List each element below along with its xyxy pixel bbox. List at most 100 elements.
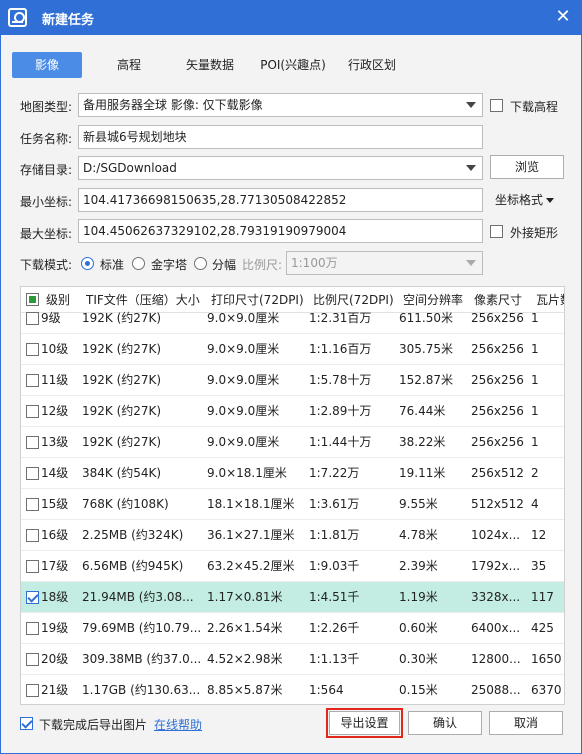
mode-standard-radio[interactable] bbox=[81, 257, 94, 270]
chevron-down-icon bbox=[466, 102, 476, 108]
tab-poi[interactable]: POI(兴趣点) bbox=[253, 52, 333, 78]
table-row[interactable]: 21级 1.17GB (约130.63... 8.85×5.87米 1:564 0.15… bbox=[21, 675, 564, 704]
row-checkbox[interactable] bbox=[26, 591, 39, 604]
row-checkbox[interactable] bbox=[26, 312, 39, 325]
close-icon[interactable]: ✕ bbox=[552, 6, 574, 28]
cell-pixel-size: 256x256 bbox=[471, 404, 524, 418]
scale-select[interactable]: 1:100万 bbox=[286, 251, 483, 275]
max-coord-value: 104.45062637329102,28.79319190979004 bbox=[83, 224, 347, 238]
export-after-download-checkbox[interactable] bbox=[20, 717, 33, 730]
title-bar: 新建任务 ✕ bbox=[1, 1, 581, 35]
table-row[interactable]: 11级 192K (约27K) 9.0×9.0厘米 1:5.78十万 152.87米 25… bbox=[21, 365, 564, 396]
table-row[interactable]: 10级 192K (约27K) 9.0×9.0厘米 1:1.16百万 305.75米 25… bbox=[21, 334, 564, 365]
cell-scale: 1:1.81万 bbox=[309, 528, 360, 542]
table-row[interactable]: 14级 384K (约54K) 9.0×18.1厘米 1:7.22万 19.11米 256… bbox=[21, 458, 564, 489]
window-title: 新建任务 bbox=[42, 13, 95, 28]
cell-level: 10级 bbox=[41, 342, 69, 356]
table-row[interactable]: 19级 79.69MB (约10.79... 2.26×1.54米 1:2.26千 0.… bbox=[21, 613, 564, 644]
row-checkbox[interactable] bbox=[26, 498, 39, 511]
min-coord-label: 最小坐标: bbox=[20, 195, 73, 209]
cell-tile-count: 4 bbox=[531, 497, 539, 511]
min-coord-value: 104.41736698150635,28.77130508422852 bbox=[83, 193, 347, 207]
task-name-input[interactable]: 新县城6号规划地块 bbox=[78, 125, 483, 149]
tab-elevation[interactable]: 高程 bbox=[95, 52, 163, 78]
cell-level: 14级 bbox=[41, 466, 69, 480]
row-checkbox[interactable] bbox=[26, 622, 39, 635]
tab-admin-division[interactable]: 行政区划 bbox=[339, 52, 405, 78]
export-settings-button[interactable]: 导出设置 bbox=[326, 708, 403, 738]
row-checkbox[interactable] bbox=[26, 405, 39, 418]
cell-tif-size: 192K (约27K) bbox=[82, 342, 162, 356]
cell-resolution: 611.50米 bbox=[399, 311, 453, 325]
cell-scale: 1:4.51千 bbox=[309, 590, 360, 604]
cell-tile-count: 425 bbox=[531, 621, 554, 635]
table-row[interactable]: 16级 2.25MB (约324K) 36.1×27.1厘米 1:1.81万 4.78米… bbox=[21, 520, 564, 551]
table-row[interactable]: 18级 21.94MB (约3.08... 1.17×0.81米 1:4.51千 1.1… bbox=[21, 582, 564, 613]
cell-print-size: 9.0×9.0厘米 bbox=[207, 435, 280, 449]
level-table: 级别 TIF文件（压缩）大小 打印尺寸(72DPI) 比例尺(72DPI) 空间… bbox=[20, 286, 565, 705]
table-row[interactable]: 15级 768K (约108K) 18.1×18.1厘米 1:3.61万 9.55米 51… bbox=[21, 489, 564, 520]
table-row[interactable]: 12级 192K (约27K) 9.0×9.0厘米 1:2.89十万 76.44米 256… bbox=[21, 396, 564, 427]
cell-tile-count: 1 bbox=[531, 435, 539, 449]
table-row[interactable]: 17级 6.56MB (约945K) 63.2×45.2厘米 1:9.03千 2.39米… bbox=[21, 551, 564, 582]
cell-resolution: 152.87米 bbox=[399, 373, 453, 387]
row-checkbox[interactable] bbox=[26, 653, 39, 666]
cell-scale: 1:5.78十万 bbox=[309, 373, 372, 387]
table-row[interactable]: 13级 192K (约27K) 9.0×9.0厘米 1:1.44十万 38.22米 256… bbox=[21, 427, 564, 458]
map-type-select[interactable]: 备用服务器全球 影像: 仅下载影像 bbox=[78, 93, 483, 117]
cell-level: 18级 bbox=[41, 590, 69, 604]
outer-rect-label: 外接矩形 bbox=[510, 226, 559, 240]
app-logo-icon bbox=[8, 8, 27, 27]
cancel-button[interactable]: 取消 bbox=[489, 711, 563, 735]
cell-print-size: 18.1×18.1厘米 bbox=[207, 497, 295, 511]
row-checkbox[interactable] bbox=[26, 374, 39, 387]
table-row[interactable]: 9级 192K (约27K) 9.0×9.0厘米 1:2.31百万 611.50米 256… bbox=[21, 303, 564, 334]
cell-print-size: 9.0×18.1厘米 bbox=[207, 466, 287, 480]
cell-print-size: 9.0×9.0厘米 bbox=[207, 373, 280, 387]
min-coord-input[interactable]: 104.41736698150635,28.77130508422852 bbox=[78, 188, 483, 212]
cell-level: 20级 bbox=[41, 652, 69, 666]
cell-print-size: 36.1×27.1厘米 bbox=[207, 528, 295, 542]
tab-vector-data[interactable]: 矢量数据 bbox=[176, 52, 244, 78]
cell-tif-size: 309.38MB (约37.0... bbox=[82, 652, 202, 666]
download-elevation-checkbox[interactable] bbox=[490, 99, 503, 112]
browse-button[interactable]: 浏览 bbox=[490, 155, 564, 179]
cell-level: 13级 bbox=[41, 435, 69, 449]
cell-tile-count: 1 bbox=[531, 342, 539, 356]
cell-tif-size: 2.25MB (约324K) bbox=[82, 528, 184, 542]
tab-imagery[interactable]: 影像 bbox=[12, 52, 82, 78]
mode-pyramid-label: 金字塔 bbox=[151, 258, 188, 272]
max-coord-input[interactable]: 104.45062637329102,28.79319190979004 bbox=[78, 219, 483, 243]
cell-tile-count: 1 bbox=[531, 404, 539, 418]
cell-tif-size: 21.94MB (约3.08... bbox=[82, 590, 194, 604]
cell-scale: 1:7.22万 bbox=[309, 466, 360, 480]
scale-value: 1:100万 bbox=[291, 256, 338, 270]
coord-format-dropdown[interactable]: 坐标格式 bbox=[495, 191, 555, 208]
row-checkbox[interactable] bbox=[26, 467, 39, 480]
storage-select[interactable]: D:/SGDownload bbox=[78, 156, 483, 180]
cell-level: 17级 bbox=[41, 559, 69, 573]
cell-tif-size: 192K (约27K) bbox=[82, 435, 162, 449]
row-checkbox[interactable] bbox=[26, 529, 39, 542]
cell-scale: 1:2.89十万 bbox=[309, 404, 372, 418]
mode-pyramid-radio[interactable] bbox=[132, 257, 145, 270]
cell-pixel-size: 256x256 bbox=[471, 342, 524, 356]
cell-scale: 1:2.26千 bbox=[309, 621, 360, 635]
cell-pixel-size: 3328x... bbox=[471, 590, 521, 604]
mode-tiled-radio[interactable] bbox=[194, 257, 207, 270]
row-checkbox[interactable] bbox=[26, 436, 39, 449]
chevron-down-icon bbox=[466, 165, 476, 171]
row-checkbox[interactable] bbox=[26, 343, 39, 356]
outer-rect-checkbox[interactable] bbox=[490, 225, 503, 238]
table-row[interactable]: 20级 309.38MB (约37.0... 4.52×2.98米 1:1.13千 0.… bbox=[21, 644, 564, 675]
row-checkbox[interactable] bbox=[26, 560, 39, 573]
cell-tif-size: 768K (约108K) bbox=[82, 497, 169, 511]
cell-print-size: 9.0×9.0厘米 bbox=[207, 311, 280, 325]
cell-scale: 1:564 bbox=[309, 683, 344, 697]
row-checkbox[interactable] bbox=[26, 684, 39, 697]
cell-print-size: 2.26×1.54米 bbox=[207, 621, 283, 635]
online-help-link[interactable]: 在线帮助 bbox=[154, 716, 202, 733]
coord-format-label: 坐标格式 bbox=[495, 193, 544, 207]
cell-resolution: 1.19米 bbox=[399, 590, 438, 604]
confirm-button[interactable]: 确认 bbox=[408, 711, 482, 735]
